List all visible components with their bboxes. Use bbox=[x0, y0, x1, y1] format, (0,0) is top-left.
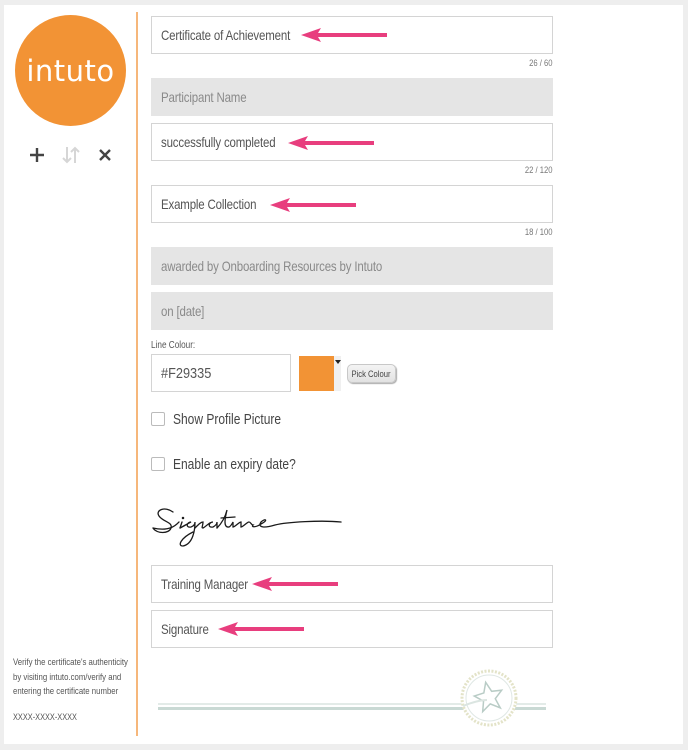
logo-text: intuto bbox=[26, 53, 115, 88]
awarded-by-field: awarded by Onboarding Resources by Intut… bbox=[151, 247, 553, 285]
line-colour-input[interactable]: #F29335 bbox=[151, 354, 291, 392]
signature-image[interactable] bbox=[151, 500, 346, 552]
enable-expiry-checkbox[interactable] bbox=[151, 457, 165, 471]
signer-title-input[interactable]: Training Manager bbox=[151, 565, 553, 603]
plus-icon bbox=[30, 148, 44, 162]
annotation-arrow-icon bbox=[252, 577, 338, 591]
line-colour-label: Line Colour: bbox=[151, 340, 196, 351]
add-button[interactable] bbox=[27, 144, 47, 166]
verify-line-2: by visiting intuto.com/verify and bbox=[13, 671, 122, 683]
award-seal-icon bbox=[460, 669, 518, 727]
reorder-button[interactable] bbox=[60, 144, 82, 166]
signer-title-value: Training Manager bbox=[161, 576, 248, 592]
sort-arrows-icon bbox=[62, 146, 80, 164]
colour-swatch[interactable] bbox=[299, 356, 334, 391]
completed-text-value: successfully completed bbox=[161, 134, 276, 150]
logo-actions bbox=[27, 144, 117, 166]
date-value: on [date] bbox=[161, 303, 205, 319]
show-profile-picture-label: Show Profile Picture bbox=[173, 410, 282, 428]
intuto-logo: intuto bbox=[15, 15, 126, 126]
annotation-arrow-icon bbox=[270, 198, 356, 212]
enable-expiry-label: Enable an expiry date? bbox=[173, 455, 296, 473]
colour-dropdown-caret-icon[interactable] bbox=[334, 356, 341, 391]
annotation-arrow-icon bbox=[288, 136, 374, 150]
verify-line-3: entering the certificate number bbox=[13, 686, 119, 697]
verify-text: Verify the certificate's authenticity by… bbox=[13, 656, 133, 700]
accent-divider bbox=[136, 12, 138, 736]
signature-text-value: Signature bbox=[161, 621, 209, 637]
pick-colour-button[interactable]: Pick Colour bbox=[347, 364, 396, 383]
awarded-by-value: awarded by Onboarding Resources by Intut… bbox=[161, 258, 383, 274]
show-profile-picture-checkbox[interactable] bbox=[151, 412, 165, 426]
certificate-number: XXXX-XXXX-XXXX bbox=[13, 712, 91, 722]
signature-text-input[interactable]: Signature bbox=[151, 610, 553, 648]
collection-input-value: Example Collection bbox=[161, 196, 257, 212]
participant-name-value: Participant Name bbox=[161, 89, 247, 105]
annotation-arrow-icon bbox=[301, 28, 387, 42]
certificate-number-text: XXXX-XXXX-XXXX bbox=[13, 712, 77, 722]
title-input-value: Certificate of Achievement bbox=[161, 27, 291, 43]
participant-name-field: Participant Name bbox=[151, 78, 553, 116]
annotation-arrow-icon bbox=[218, 622, 304, 636]
completed-char-counter: 22 / 120 bbox=[525, 165, 553, 175]
title-char-counter: 26 / 60 bbox=[529, 58, 553, 68]
line-colour-value: #F29335 bbox=[161, 364, 212, 382]
enable-expiry-option[interactable]: Enable an expiry date? bbox=[151, 455, 326, 473]
collection-char-counter: 18 / 100 bbox=[525, 227, 553, 237]
remove-button[interactable] bbox=[96, 144, 114, 166]
pick-colour-label: Pick Colour bbox=[351, 368, 392, 379]
close-icon bbox=[99, 149, 111, 161]
date-field: on [date] bbox=[151, 292, 553, 330]
show-profile-picture-option[interactable]: Show Profile Picture bbox=[151, 410, 308, 428]
verify-line-1: Verify the certificate's authenticity bbox=[13, 657, 128, 668]
